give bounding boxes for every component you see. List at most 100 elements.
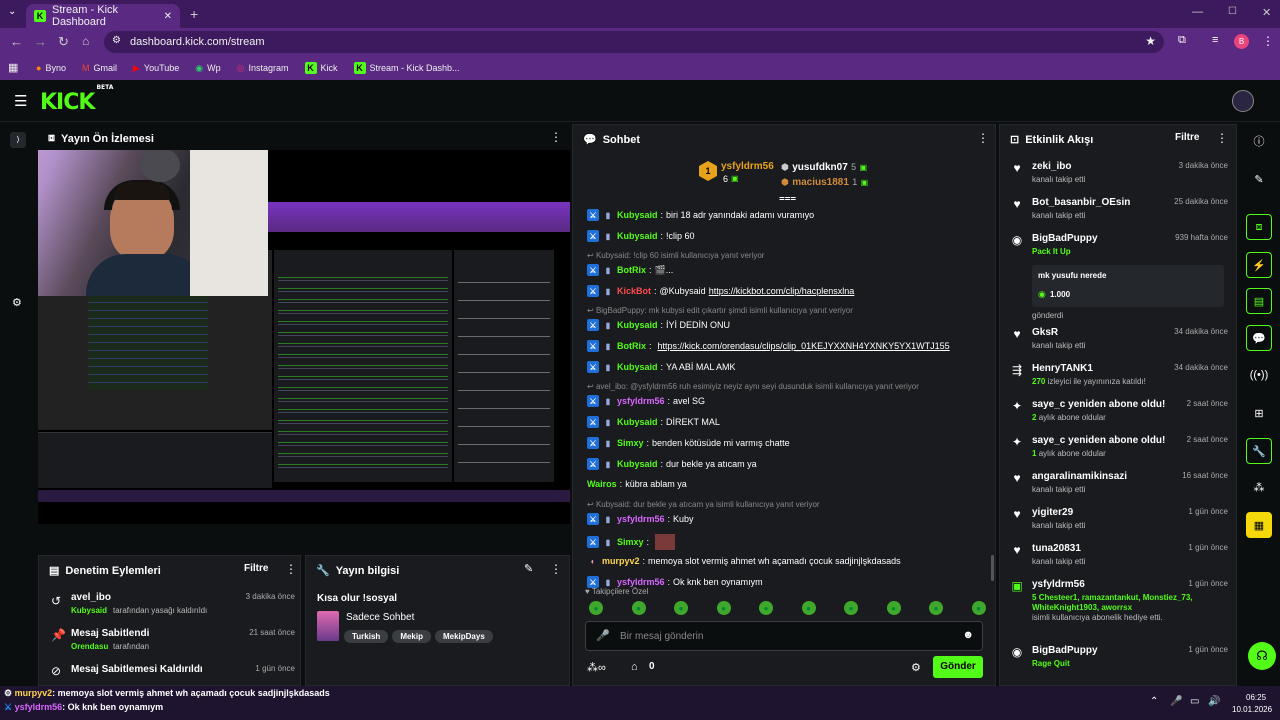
event-user[interactable]: yigiter29 bbox=[1032, 507, 1073, 518]
chat-username[interactable]: murpyv2 bbox=[602, 556, 640, 566]
bookmark-gmail[interactable]: M Gmail bbox=[82, 63, 117, 73]
chat-username[interactable]: Kubysaid bbox=[617, 459, 658, 469]
kick-logo[interactable]: KICKBETA bbox=[40, 84, 113, 115]
chat-settings-icon[interactable]: ⚙ bbox=[911, 661, 921, 674]
event-user[interactable]: Bot_basanbir_OEsin bbox=[1032, 197, 1130, 208]
edit-pencil-icon[interactable]: ✎ bbox=[524, 562, 533, 575]
category-name[interactable]: Sadece Sohbet bbox=[346, 612, 414, 623]
chat-message[interactable]: ⚔ ▮ Kubysaid: İYİ DEDİN ONU bbox=[587, 319, 730, 331]
event-user[interactable]: BigBadPuppy bbox=[1032, 645, 1098, 656]
preview-video[interactable] bbox=[38, 150, 570, 524]
bookmark-kick[interactable]: K Kick bbox=[304, 62, 338, 74]
close-window-icon[interactable]: ✕ bbox=[1262, 6, 1271, 19]
chat-link[interactable]: https://kickbot.com/clip/hacplensxlna bbox=[709, 286, 855, 296]
chat-message[interactable]: ⚔ ▮ KickBot: @Kubysaid https://kickbot.com… bbox=[587, 285, 854, 297]
bookmark-star-icon[interactable]: ★ bbox=[1145, 34, 1156, 48]
stream-info-kebab-icon[interactable]: ⋮ bbox=[550, 562, 562, 576]
site-info-icon[interactable]: ⚙ bbox=[112, 35, 121, 46]
event-user[interactable]: BigBadPuppy bbox=[1032, 233, 1098, 244]
mod-kebab-icon[interactable]: ⋮ bbox=[285, 562, 297, 576]
emote-button[interactable]: ● bbox=[631, 601, 646, 615]
chat-message[interactable]: ⚔ ▮ BotRix: 🎬... bbox=[587, 264, 673, 276]
new-tab-icon[interactable]: + bbox=[190, 6, 198, 22]
chat-username[interactable]: Simxy bbox=[617, 537, 644, 547]
expand-icon[interactable]: ⟩ bbox=[10, 132, 26, 148]
tray-network-icon[interactable]: ▭ bbox=[1190, 696, 1199, 707]
community-icon[interactable]: ⁂ bbox=[1246, 474, 1272, 500]
event-user[interactable]: saye_c yeniden abone oldu! bbox=[1032, 399, 1165, 410]
chat-username[interactable]: BotRix bbox=[617, 265, 646, 275]
tag-pill[interactable]: Mekip bbox=[392, 630, 431, 643]
media-icon[interactable]: ≡ bbox=[1212, 34, 1218, 46]
clapper-icon[interactable]: ▦ bbox=[1246, 512, 1272, 538]
emote-button[interactable]: ● bbox=[844, 601, 858, 615]
microphone-icon[interactable]: 🎤 bbox=[596, 629, 610, 642]
preview-toggle-icon[interactable]: ⧈ bbox=[1246, 214, 1272, 240]
chat-username[interactable]: Kubysaid bbox=[617, 231, 658, 241]
maximize-icon[interactable]: ☐ bbox=[1228, 6, 1237, 17]
layout-icon[interactable]: ⊞ bbox=[1246, 400, 1272, 426]
emote-button[interactable]: ● bbox=[801, 601, 816, 615]
chat-message[interactable]: ⚔ ▮ Simxy: bbox=[587, 534, 676, 550]
chat-message[interactable]: ⚔ ▮ Kubysaid: YA ABİ MAL AMK bbox=[587, 361, 736, 373]
bookmark-instagram[interactable]: ◎ Instagram bbox=[237, 63, 289, 74]
send-button[interactable]: Gönder bbox=[933, 656, 983, 678]
browser-tab[interactable]: K Stream - Kick Dashboard ✕ bbox=[26, 4, 180, 28]
emoji-icon[interactable]: ☻ bbox=[962, 629, 974, 641]
tray-time[interactable]: 06:25 bbox=[1246, 693, 1266, 702]
quick-actions-icon[interactable]: ⚡ bbox=[1246, 252, 1272, 278]
category-thumbnail[interactable] bbox=[317, 611, 339, 641]
chat-users-icon[interactable]: ⁂∞ bbox=[587, 661, 606, 674]
activity-filter-button[interactable]: Filtre bbox=[1175, 132, 1199, 143]
chat-message[interactable]: ⚔ ▮ Simxy: benden kötüsüde mi varmış chatt… bbox=[587, 437, 790, 449]
webcam-settings-icon[interactable]: ⚙ bbox=[12, 296, 22, 309]
chat-username[interactable]: ysfyldrm56 bbox=[617, 577, 665, 587]
event-user[interactable]: GksR bbox=[1032, 327, 1058, 338]
chat-message[interactable]: ⚔ ▮ ysfyldrm56: avel SG bbox=[587, 395, 705, 407]
user-avatar[interactable] bbox=[1232, 90, 1254, 112]
emote-button[interactable]: ● bbox=[716, 601, 731, 615]
top-gifter-second[interactable]: ⬢ yusufdkn07 5 ▣ bbox=[781, 159, 881, 173]
wrench-rail-icon[interactable]: 🔧 bbox=[1246, 438, 1272, 464]
chat-message[interactable]: ⚔ ▮ ysfyldrm56: Kuby bbox=[587, 513, 694, 525]
chat-kebab-icon[interactable]: ⋮ bbox=[977, 131, 989, 145]
chat-username[interactable]: BotRix bbox=[617, 341, 646, 351]
emote-button[interactable]: ● bbox=[929, 601, 943, 615]
home-icon[interactable]: ⌂ bbox=[82, 34, 89, 48]
info-icon[interactable]: ⓘ bbox=[1246, 128, 1272, 154]
tag-pill[interactable]: MekipDays bbox=[434, 630, 493, 643]
reload-icon[interactable]: ↻ bbox=[58, 34, 69, 50]
chat-message[interactable]: Wairos: kübra ablam ya bbox=[587, 479, 687, 489]
event-user[interactable]: HenryTANK1 bbox=[1032, 363, 1093, 374]
chat-username[interactable]: ysfyldrm56 bbox=[617, 396, 665, 406]
event-user[interactable]: saye_c yeniden abone oldu! bbox=[1032, 435, 1165, 446]
event-user[interactable]: angaralinamikinsazi bbox=[1032, 471, 1127, 482]
chat-username[interactable]: Kubysaid bbox=[617, 417, 658, 427]
chat-username[interactable]: Wairos bbox=[587, 479, 617, 489]
chat-message[interactable]: ⚔ ▮ BotRix: https://kick.com/orendasu/clip… bbox=[587, 340, 950, 352]
chat-scrollbar[interactable] bbox=[991, 555, 994, 581]
preview-kebab-icon[interactable]: ⋮ bbox=[550, 130, 562, 144]
extensions-icon[interactable]: ⧉ bbox=[1178, 34, 1186, 47]
top-gifter-third[interactable]: ⬢ macius1881 1 ▣ bbox=[781, 174, 881, 188]
chat-message[interactable]: ⚔ ▮ Kubysaid: !clip 60 bbox=[587, 230, 695, 242]
bookmark-youtube[interactable]: ▶ YouTube bbox=[133, 63, 179, 74]
minimize-icon[interactable]: — bbox=[1192, 6, 1203, 18]
chat-link[interactable]: https://kick.com/orendasu/clips/clip_01K… bbox=[658, 341, 950, 351]
pinned-toggle-icon[interactable]: ⩶ bbox=[779, 193, 796, 204]
mod-filter-button[interactable]: Filtre bbox=[244, 563, 268, 574]
chat-username[interactable]: Kubysaid bbox=[617, 320, 658, 330]
edit-icon[interactable]: ✎ bbox=[1246, 166, 1272, 192]
chat-username[interactable]: Kubysaid bbox=[617, 362, 658, 372]
chat-message[interactable]: ⚔ ▮ Kubysaid: DİREKT MAL bbox=[587, 416, 720, 428]
emote-button[interactable]: ● bbox=[971, 601, 986, 615]
chat-username[interactable]: ysfyldrm56 bbox=[617, 514, 665, 524]
emote-button[interactable]: ● bbox=[674, 601, 688, 615]
menu-kebab-icon[interactable]: ⋮ bbox=[1262, 34, 1274, 48]
close-tab-icon[interactable]: ✕ bbox=[164, 11, 172, 22]
tab-search-icon[interactable]: ⌄ bbox=[8, 6, 16, 17]
event-user[interactable]: ysfyldrm56 bbox=[1032, 579, 1085, 590]
chat-message[interactable]: ◐ murpyv2: memoya slot vermiş ahmet wh aç… bbox=[587, 555, 901, 567]
emote-button[interactable]: ● bbox=[759, 601, 773, 615]
channel-points-icon[interactable]: ⌂ bbox=[631, 661, 638, 673]
